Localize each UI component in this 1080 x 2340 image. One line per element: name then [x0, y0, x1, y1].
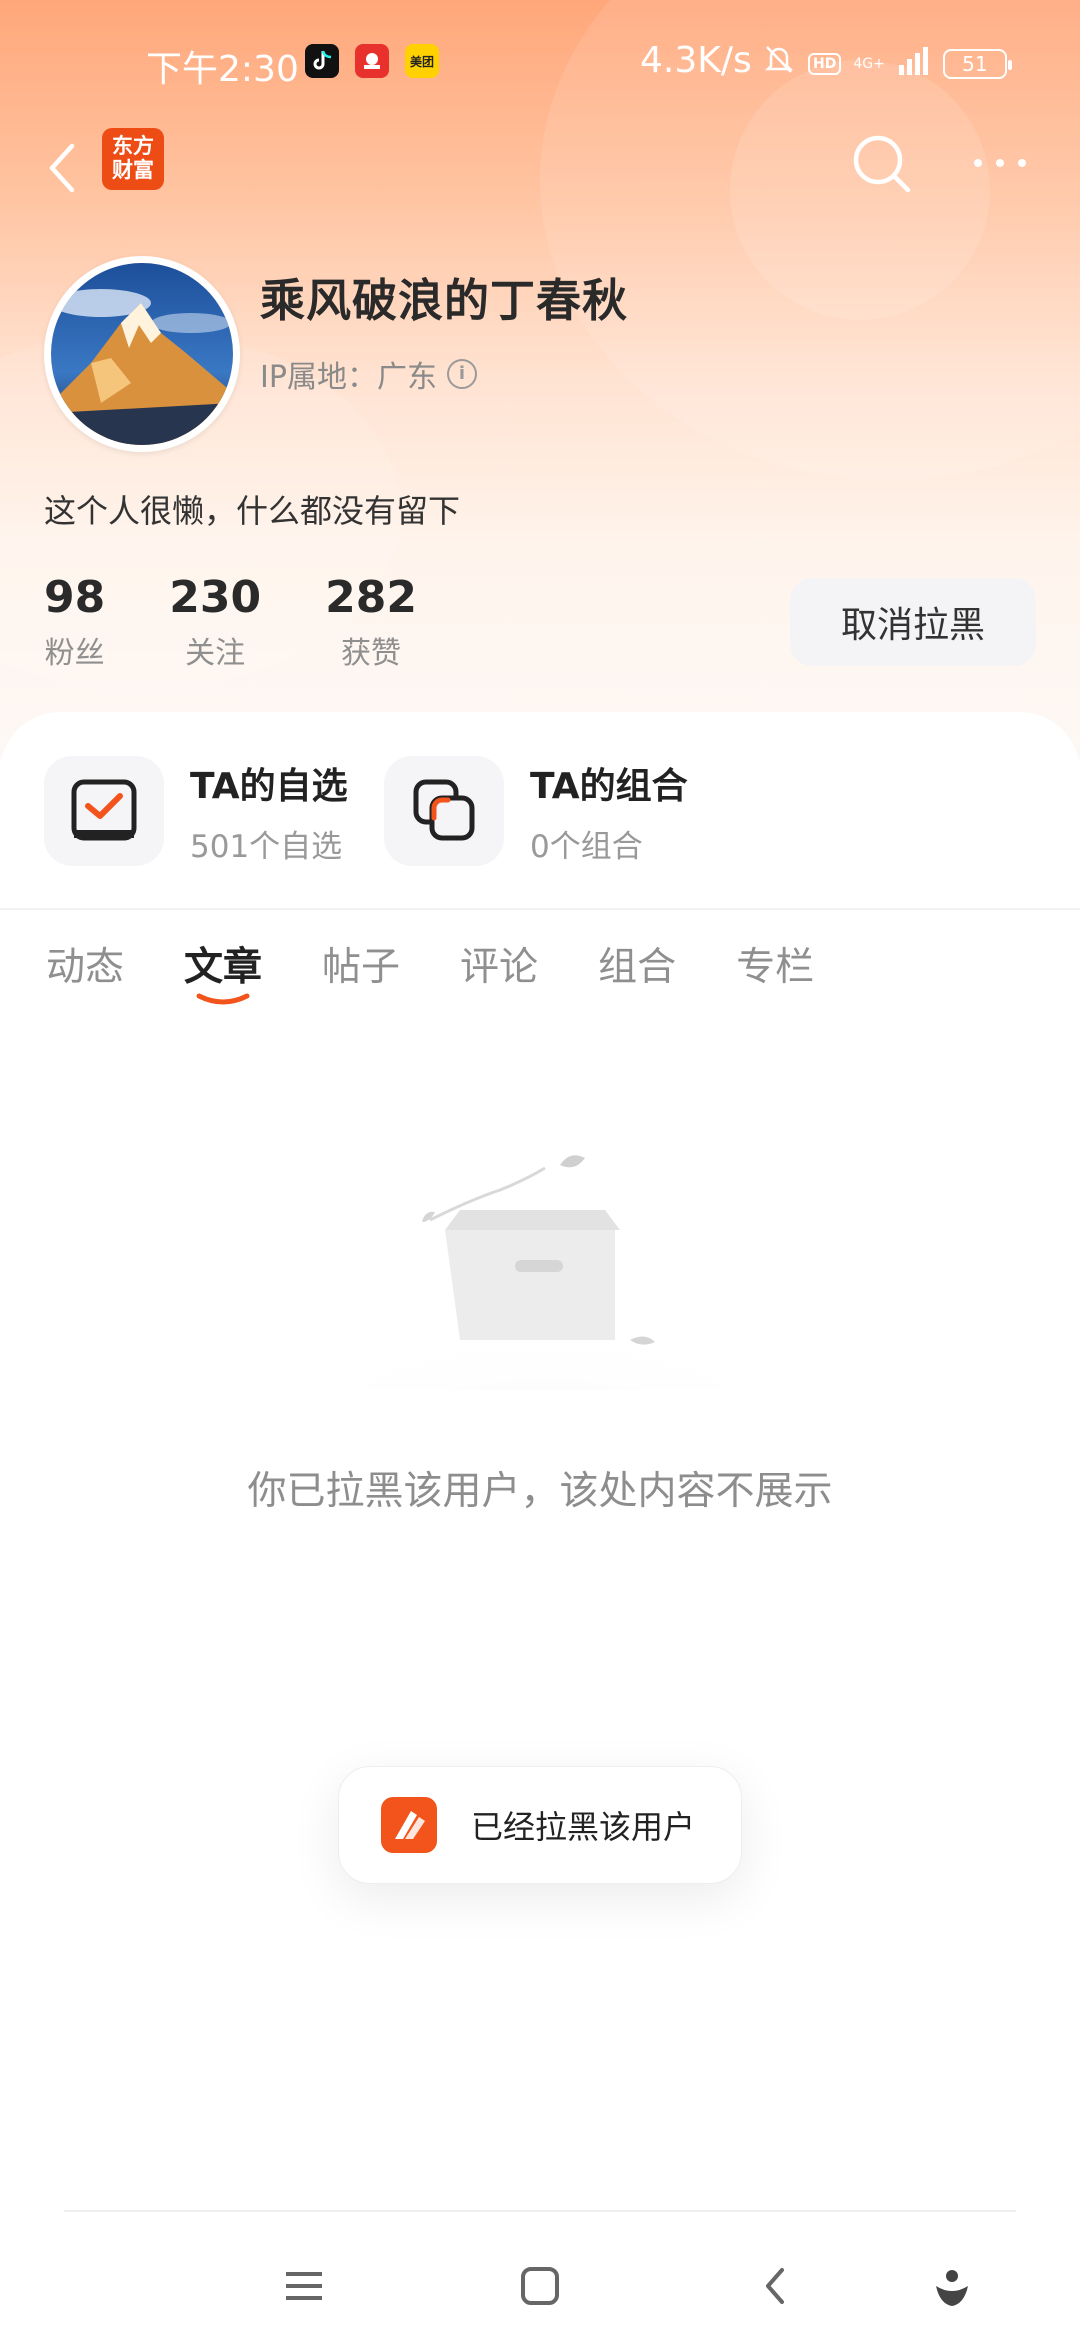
- unblock-button[interactable]: 取消拉黑: [790, 578, 1036, 666]
- empty-state-message: 你已拉黑该用户，该处内容不展示: [247, 1469, 833, 1514]
- system-nav-bar: [0, 2240, 1080, 2340]
- more-button[interactable]: [970, 148, 1030, 178]
- tab-dynamics[interactable]: 动态: [46, 936, 124, 992]
- eastmoney-logo: 东方 财富: [102, 128, 164, 190]
- portfolio-link[interactable]: TA的组合 0个组合: [384, 756, 688, 866]
- eastmoney-logo-icon: [381, 1797, 437, 1853]
- watchlist-link[interactable]: TA的自选 501个自选: [44, 756, 348, 866]
- search-icon: [853, 135, 911, 193]
- username: 乘风破浪的丁春秋: [260, 274, 629, 327]
- search-button[interactable]: [846, 128, 916, 198]
- back-icon: [766, 2268, 784, 2304]
- active-tab-indicator: [196, 993, 250, 1005]
- back-button[interactable]: [36, 136, 92, 200]
- top-nav: 东方 财富: [0, 128, 1080, 208]
- tab-portfolios[interactable]: 组合: [598, 936, 676, 992]
- meituan-icon: 美团: [405, 44, 439, 78]
- stat-following[interactable]: 230 关注: [169, 572, 261, 672]
- watchlist-check-icon: [71, 779, 137, 841]
- chevron-left-icon: [49, 143, 75, 193]
- assistant-button[interactable]: [922, 2256, 982, 2316]
- bio: 这个人很懒，什么都没有留下: [44, 492, 461, 530]
- toast: 已经拉黑该用户: [338, 1766, 742, 1884]
- status-bar: 下午2:30 美团 4.3K/s HD 4G+ 51: [0, 40, 1080, 90]
- network-type: 4G+: [853, 55, 885, 72]
- menu-icon: [286, 2272, 322, 2300]
- portfolio-icon: [413, 779, 475, 841]
- empty-box-illustration: [330, 1155, 760, 1390]
- mountain-avatar-image: [51, 263, 233, 445]
- nav-divider: [64, 2210, 1016, 2212]
- tab-posts[interactable]: 帖子: [322, 936, 400, 992]
- tab-bar: 动态 文章 帖子 评论 组合 专栏: [46, 936, 874, 1005]
- menu-button[interactable]: [274, 2256, 334, 2316]
- info-icon[interactable]: i: [446, 359, 477, 389]
- status-right-icons: HD 4G+ 51: [762, 42, 1012, 85]
- signal-icon: [897, 43, 931, 84]
- system-back-button[interactable]: [746, 2256, 806, 2316]
- stat-likes[interactable]: 282 获赞: [325, 572, 417, 672]
- network-speed: 4.3K/s: [640, 40, 752, 81]
- divider: [0, 908, 1080, 910]
- mute-bell-icon: [762, 42, 796, 85]
- assistant-icon: [936, 2270, 968, 2306]
- status-time: 下午2:30: [146, 49, 299, 90]
- toast-message: 已经拉黑该用户: [471, 1808, 696, 1846]
- content-card: TA的自选 501个自选 TA的组合 0个组合 动态 文章 帖子 评论 组合 专…: [0, 712, 1080, 2340]
- tiktok-icon: [305, 44, 339, 78]
- tab-columns[interactable]: 专栏: [736, 936, 814, 992]
- battery-icon: 51: [942, 48, 1012, 79]
- profile-stats: 98 粉丝 230 关注 282 获赞: [44, 572, 481, 672]
- status-app-icons: 美团: [305, 44, 439, 78]
- stat-fans[interactable]: 98 粉丝: [44, 572, 105, 672]
- tab-comments[interactable]: 评论: [460, 936, 538, 992]
- home-icon: [521, 2267, 559, 2305]
- tab-articles[interactable]: 文章: [184, 936, 262, 1005]
- ip-location: IP属地：广东 i: [260, 352, 477, 396]
- avatar[interactable]: [44, 256, 240, 452]
- app-notification-icon: [355, 44, 389, 78]
- home-button[interactable]: [510, 2256, 570, 2316]
- more-dots-icon: [974, 159, 1026, 167]
- hd-badge: HD: [808, 52, 842, 75]
